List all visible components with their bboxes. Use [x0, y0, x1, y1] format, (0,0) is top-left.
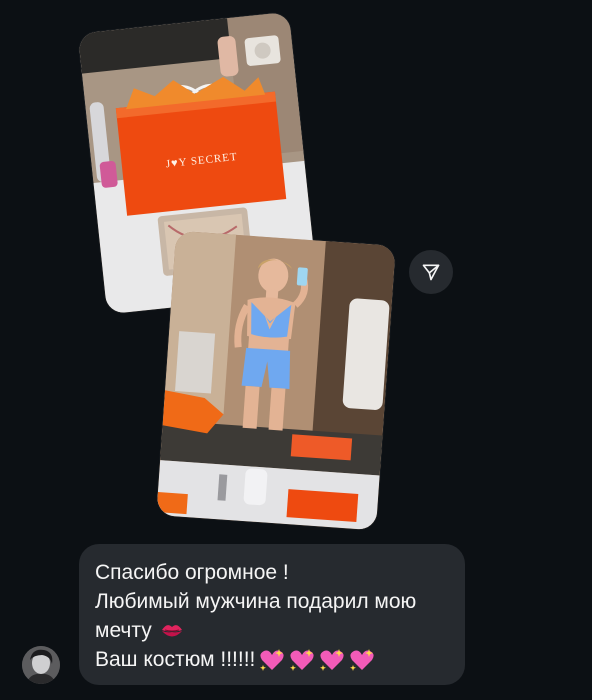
sparkling-heart-icon: [350, 649, 374, 672]
sparkling-heart-icon: [260, 649, 284, 672]
shared-photo-mirror-selfie[interactable]: [156, 230, 396, 531]
mirror-selfie-photo-image: [156, 230, 396, 531]
message-line-4: Ваш костюм !!!!!!: [95, 648, 256, 671]
message-line-1: Спасибо огромное !: [95, 561, 289, 584]
message-line-2: Любимый мужчина подарил мою: [95, 590, 417, 613]
sender-avatar[interactable]: [22, 646, 60, 684]
sparkling-heart-icon: [320, 649, 344, 672]
sparkling-heart-icon: [290, 649, 314, 672]
send-arrow-icon: [422, 264, 440, 281]
message-line-3-wrap: мечту: [95, 616, 449, 645]
message-line-4-wrap: Ваш костюм !!!!!!: [95, 645, 449, 674]
share-button[interactable]: [409, 250, 453, 294]
kiss-mark-icon: [161, 625, 182, 637]
avatar-image: [22, 646, 60, 684]
message-line-3: мечту: [95, 619, 152, 642]
message-bubble[interactable]: Спасибо огромное ! Любимый мужчина подар…: [79, 544, 465, 685]
